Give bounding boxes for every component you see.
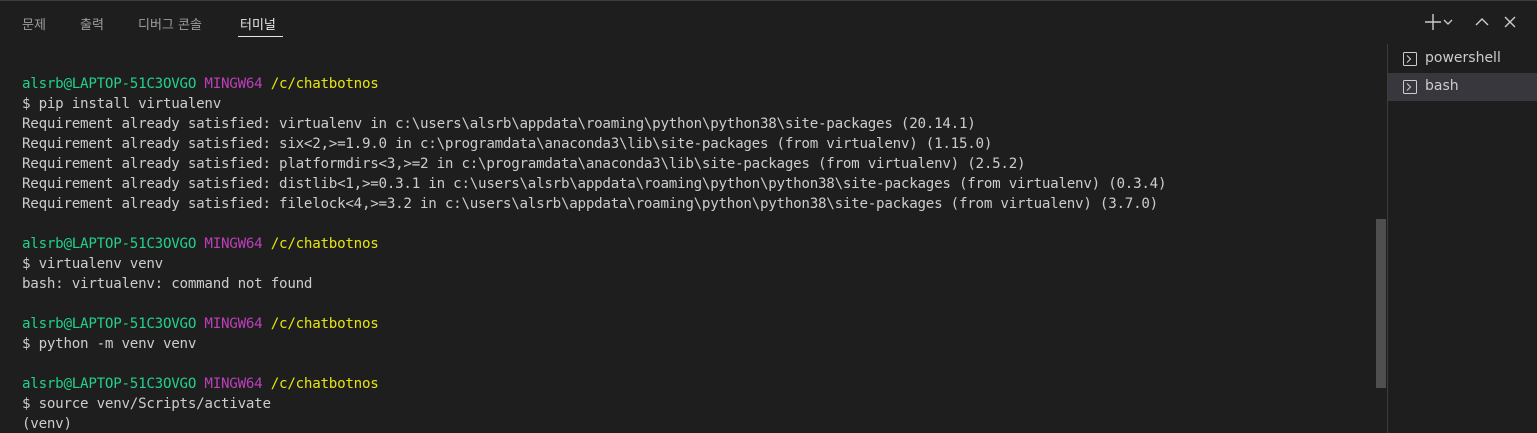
terminal-output-line: Requirement already satisfied: filelock<…: [22, 196, 1158, 212]
terminal-output-line: Requirement already satisfied: platformd…: [22, 156, 1026, 172]
active-tab-indicator: [238, 36, 283, 37]
prompt-user: alsrb@LAPTOP-51C3OVGO: [22, 316, 197, 332]
tab-output[interactable]: 출력: [80, 14, 104, 33]
prompt-system: MINGW64: [204, 316, 263, 332]
terminal-output-line: $ virtualenv venv: [22, 256, 163, 272]
panel-actions: [1407, 11, 1537, 35]
terminal-prompt-line: alsrb@LAPTOP-51C3OVGO MINGW64 /c/chatbot…: [22, 314, 1372, 334]
terminal-item-bash[interactable]: bash: [1388, 73, 1537, 101]
terminal-output-line: (venv): [22, 416, 72, 432]
prompt-path: /c/chatbotnos: [270, 376, 379, 392]
prompt-path: /c/chatbotnos: [270, 236, 379, 252]
prompt-user: alsrb@LAPTOP-51C3OVGO: [22, 236, 197, 252]
chevron-up-icon[interactable]: [1471, 11, 1493, 33]
terminal-output-line: bash: virtualenv: command not found: [22, 276, 313, 292]
terminal-list: powershell bash: [1388, 44, 1537, 433]
close-icon[interactable]: [1499, 11, 1521, 33]
terminal-prompt-line: alsrb@LAPTOP-51C3OVGO MINGW64 /c/chatbot…: [22, 234, 1372, 254]
terminal-output[interactable]: alsrb@LAPTOP-51C3OVGO MINGW64 /c/chatbot…: [22, 74, 1372, 433]
panel-tab-bar: 문제 출력 디버그 콘솔 터미널: [0, 0, 1537, 44]
terminal-scrollbar-thumb[interactable]: [1376, 219, 1386, 388]
terminal-output-line: $ python -m venv venv: [22, 336, 197, 352]
prompt-system: MINGW64: [204, 236, 263, 252]
tab-problems[interactable]: 문제: [22, 14, 46, 33]
terminal-output-line: $ source venv/Scripts/activate: [22, 396, 271, 412]
terminal-icon: [1402, 79, 1418, 95]
terminal-item-label: powershell: [1425, 50, 1501, 66]
terminal-item-label: bash: [1425, 78, 1459, 94]
prompt-path: /c/chatbotnos: [270, 76, 379, 92]
chevron-down-icon[interactable]: [1441, 11, 1455, 33]
tab-debug-console[interactable]: 디버그 콘솔: [138, 14, 202, 33]
terminal-output-line: Requirement already satisfied: distlib<1…: [22, 176, 1167, 192]
terminal-output-line: $ pip install virtualenv: [22, 96, 221, 112]
terminal-prompt-line: alsrb@LAPTOP-51C3OVGO MINGW64 /c/chatbot…: [22, 374, 1372, 394]
prompt-path: /c/chatbotnos: [270, 316, 379, 332]
terminal-item-powershell[interactable]: powershell: [1388, 45, 1537, 73]
terminal-output-line: Requirement already satisfied: virtualen…: [22, 116, 976, 132]
prompt-user: alsrb@LAPTOP-51C3OVGO: [22, 376, 197, 392]
tab-terminal[interactable]: 터미널: [240, 14, 276, 33]
terminal-output-line: Requirement already satisfied: six<2,>=1…: [22, 136, 993, 152]
terminal-icon: [1402, 51, 1418, 67]
prompt-user: alsrb@LAPTOP-51C3OVGO: [22, 76, 197, 92]
prompt-system: MINGW64: [204, 76, 263, 92]
prompt-system: MINGW64: [204, 376, 263, 392]
terminal-prompt-line: alsrb@LAPTOP-51C3OVGO MINGW64 /c/chatbot…: [22, 74, 1372, 94]
